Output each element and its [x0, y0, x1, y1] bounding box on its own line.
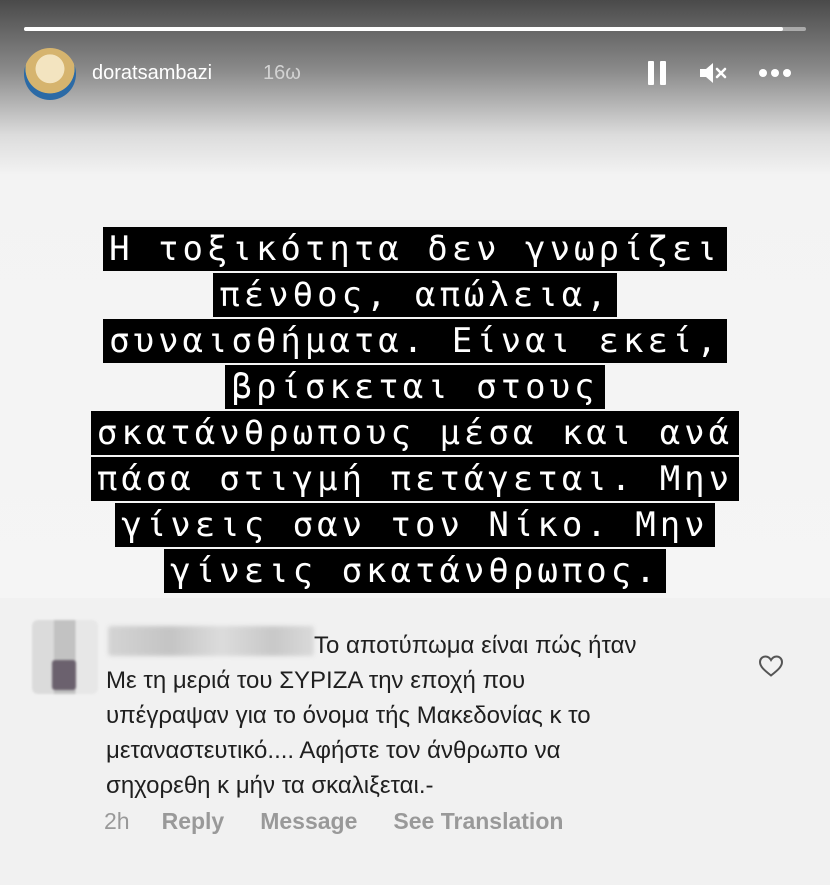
story-controls [648, 60, 792, 86]
story-viewer: doratsambazi 16ω Η τοξικότητα δεν γνωρίζ… [0, 0, 830, 598]
commenter-avatar-blurred[interactable] [32, 620, 98, 694]
story-text-line: πάσα στιγμή πετάγεται. Μην [0, 456, 830, 502]
story-username[interactable]: doratsambazi [92, 62, 212, 85]
reply-button[interactable]: Reply [162, 808, 225, 835]
story-text-line: συναισθήματα. Είναι εκεί, [0, 318, 830, 364]
avatar[interactable] [24, 48, 76, 100]
comment-line: σηχορεθη κ μήν τα σκαλιξεται.- [106, 772, 434, 799]
comment-body: Το αποτύπωμα είναι πώς ήταν Με τη μεριά … [106, 628, 726, 803]
story-progress-bar [24, 27, 806, 31]
comment-line: Με τη μεριά του ΣΥΡΙΖΑ την εποχή που [106, 667, 526, 694]
story-timestamp: 16ω [263, 62, 301, 84]
comment-line: Το αποτύπωμα είναι πώς ήταν [314, 632, 637, 659]
comment-meta: 2h Reply Message See Translation [104, 808, 563, 835]
volume-muted-icon[interactable] [698, 60, 728, 86]
comment-time: 2h [104, 808, 130, 834]
pause-icon[interactable] [648, 61, 668, 85]
comment: Το αποτύπωμα είναι πώς ήταν Με τη μεριά … [0, 598, 830, 885]
story-text-line: γίνεις σκατάνθρωπος. [0, 548, 830, 594]
message-button[interactable]: Message [260, 808, 357, 835]
story-header: doratsambazi 16ω [24, 48, 806, 102]
story-text-line: βρίσκεται στους [0, 364, 830, 410]
story-progress-fill [24, 27, 783, 31]
see-translation-button[interactable]: See Translation [393, 808, 563, 835]
story-text-line: πένθος, απώλεια, [0, 272, 830, 318]
comment-line: υπέγραψαν για το όνομα τής Μακεδονίας κ … [106, 702, 591, 729]
story-text-line: γίνεις σαν τον Νίκο. Μην [0, 502, 830, 548]
comment-line: μεταναστευτικό.... Αφήστε τον άνθρωπο να [106, 737, 561, 764]
more-horizontal-icon[interactable] [758, 68, 792, 78]
story-text-overlay: Η τοξικότητα δεν γνωρίζει πένθος, απώλει… [0, 226, 830, 594]
story-text-line: Η τοξικότητα δεν γνωρίζει [0, 226, 830, 272]
story-text-line: σκατάνθρωπους μέσα και ανά [0, 410, 830, 456]
heart-outline-icon[interactable] [758, 654, 784, 678]
